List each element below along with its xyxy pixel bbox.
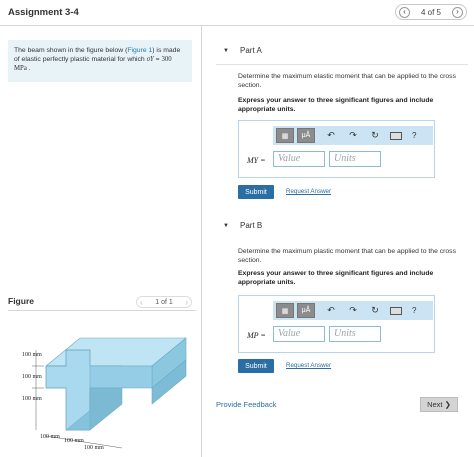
submit-button[interactable]: Submit bbox=[238, 185, 274, 199]
chevron-right-icon[interactable]: › bbox=[451, 6, 463, 18]
part-b-header[interactable]: ▼ Part B bbox=[216, 221, 468, 233]
top-bar: Assignment 3-4 ‹ 4 of 5 › bbox=[0, 0, 474, 26]
dim-label-2: 100 mm bbox=[22, 374, 42, 380]
undo-icon[interactable]: ↶ bbox=[325, 130, 337, 141]
request-answer-link[interactable]: Request Answer bbox=[286, 188, 331, 195]
reset-icon[interactable]: ↻ bbox=[369, 130, 381, 141]
sigma-symbol: σY bbox=[146, 56, 154, 63]
units-button[interactable]: μÅ bbox=[297, 128, 315, 143]
part-a-title: Part A bbox=[240, 46, 262, 55]
part-a-question: Determine the maximum elastic moment tha… bbox=[238, 73, 456, 89]
dim-label-5: 100 mm bbox=[64, 438, 84, 444]
templates-icon[interactable]: ▦ bbox=[276, 303, 294, 318]
part-b-answer-box: ▦ μÅ ↶ ↷ ↻ ? MP = Value Units bbox=[238, 295, 435, 353]
math-toolbar: ▦ μÅ ↶ ↷ ↻ ? bbox=[273, 301, 433, 320]
problem-text: The beam shown in the figure below ( bbox=[14, 47, 128, 54]
reset-icon[interactable]: ↻ bbox=[369, 305, 381, 316]
figure-divider bbox=[8, 310, 196, 311]
part-a-divider bbox=[216, 64, 468, 65]
chevron-left-icon[interactable]: ‹ bbox=[399, 6, 410, 18]
submit-button[interactable]: Submit bbox=[238, 359, 274, 373]
part-b-title: Part B bbox=[240, 221, 263, 230]
problem-end: . bbox=[26, 65, 31, 72]
help-icon[interactable]: ? bbox=[412, 131, 416, 140]
dim-label-6: 100 mm bbox=[84, 445, 104, 451]
redo-icon[interactable]: ↷ bbox=[347, 130, 359, 141]
page-indicator: 4 of 5 bbox=[420, 7, 441, 17]
column-divider bbox=[201, 26, 202, 457]
chevron-right-icon[interactable]: › bbox=[185, 298, 188, 307]
figure-link[interactable]: Figure 1 bbox=[127, 47, 152, 54]
part-b-question: Determine the maximum plastic moment tha… bbox=[238, 248, 456, 264]
keyboard-icon[interactable] bbox=[390, 131, 402, 140]
chevron-left-icon[interactable]: ‹ bbox=[140, 298, 143, 307]
beam-cross-section-figure: 100 mm 100 mm 100 mm 100 mm 100 mm 100 m… bbox=[22, 337, 187, 451]
figure-pager: ‹ 1 of 1 › bbox=[136, 296, 192, 308]
answer-symbol: MY = bbox=[247, 156, 266, 165]
dim-label-4: 100 mm bbox=[40, 434, 60, 440]
problem-statement: The beam shown in the figure below (Figu… bbox=[8, 40, 192, 82]
part-a-header[interactable]: ▼ Part A bbox=[216, 46, 468, 58]
value-input[interactable]: Value bbox=[273, 151, 325, 167]
dim-label-1: 100 mm bbox=[22, 352, 42, 358]
figure-page-indicator: 1 of 1 bbox=[155, 298, 173, 306]
templates-icon[interactable]: ▦ bbox=[276, 128, 294, 143]
figure-label: Figure bbox=[8, 296, 34, 306]
request-answer-link[interactable]: Request Answer bbox=[286, 362, 331, 369]
dim-label-3: 100 mm bbox=[22, 396, 42, 402]
redo-icon[interactable]: ↷ bbox=[347, 305, 359, 316]
answer-symbol: MP = bbox=[247, 331, 266, 340]
next-button[interactable]: Next ❯ bbox=[420, 397, 458, 412]
units-input[interactable]: Units bbox=[329, 326, 381, 342]
collapse-triangle-icon[interactable]: ▼ bbox=[223, 48, 229, 54]
units-button[interactable]: μÅ bbox=[297, 303, 315, 318]
part-a-instruction: Express your answer to three significant… bbox=[238, 97, 434, 113]
help-icon[interactable]: ? bbox=[412, 306, 416, 315]
part-a-answer-box: ▦ μÅ ↶ ↷ ↻ ? MY = Value Units bbox=[238, 120, 435, 178]
provide-feedback-link[interactable]: Provide Feedback bbox=[216, 400, 276, 409]
assignment-title: Assignment 3-4 bbox=[8, 7, 79, 18]
value-input[interactable]: Value bbox=[273, 326, 325, 342]
units-input[interactable]: Units bbox=[329, 151, 381, 167]
math-toolbar: ▦ μÅ ↶ ↷ ↻ ? bbox=[273, 126, 433, 145]
part-b-instruction: Express your answer to three significant… bbox=[238, 270, 434, 286]
undo-icon[interactable]: ↶ bbox=[325, 305, 337, 316]
assignment-pager: ‹ 4 of 5 › bbox=[395, 4, 467, 20]
collapse-triangle-icon[interactable]: ▼ bbox=[223, 223, 229, 229]
keyboard-icon[interactable] bbox=[390, 306, 402, 315]
